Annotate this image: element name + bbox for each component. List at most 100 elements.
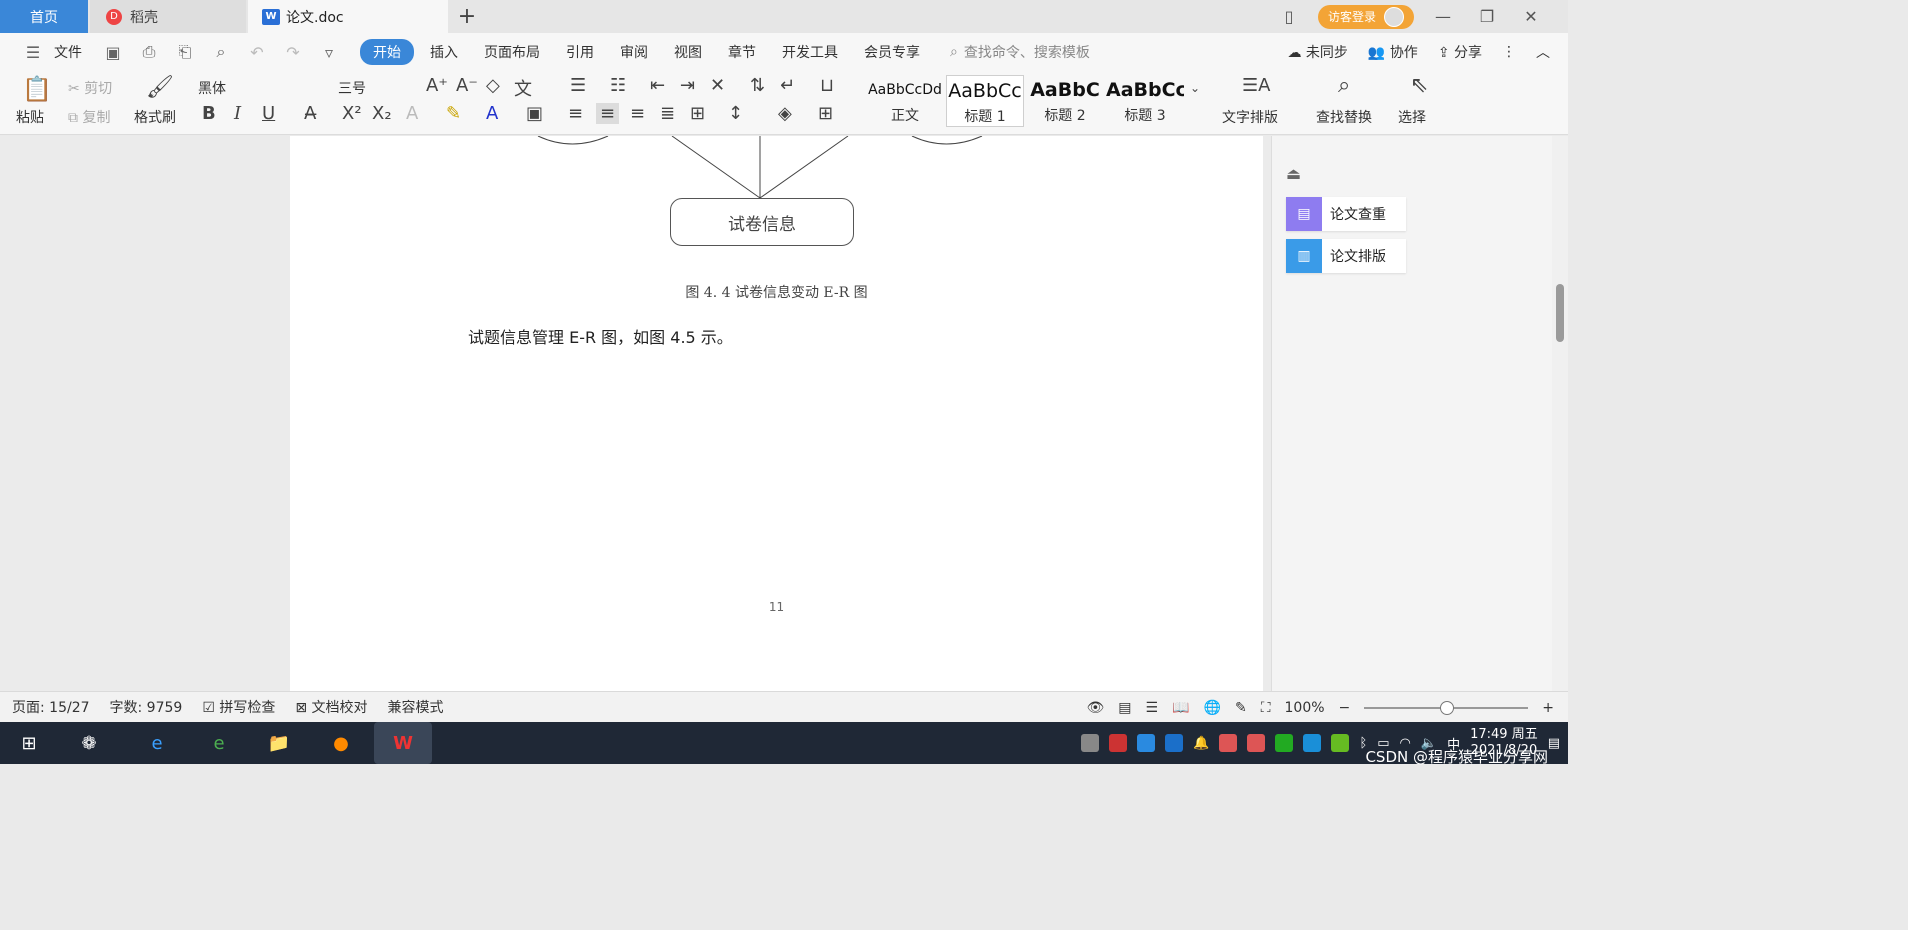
- paste-button[interactable]: 粘贴: [16, 107, 44, 127]
- tab-review[interactable]: 审阅: [610, 38, 658, 66]
- command-search[interactable]: ⌕ 查找命令、搜索模板: [950, 42, 1090, 62]
- text-layout-icon[interactable]: ☰A: [1242, 75, 1270, 96]
- more-menu-icon[interactable]: ⋮: [1502, 44, 1516, 60]
- word-count[interactable]: 字数: 9759: [110, 697, 183, 717]
- distributed-icon[interactable]: ⊞: [690, 103, 705, 124]
- tab-start[interactable]: 开始: [360, 39, 414, 65]
- menu-file[interactable]: 文件: [54, 38, 92, 66]
- tab-member[interactable]: 会员专享: [854, 38, 930, 66]
- zoom-out-icon[interactable]: −: [1339, 700, 1351, 716]
- collapse-ribbon-icon[interactable]: ︿: [1536, 42, 1550, 62]
- bold-icon[interactable]: B: [202, 103, 216, 124]
- tray-icon-2[interactable]: [1109, 734, 1128, 752]
- outline-view-icon[interactable]: ☰: [1146, 700, 1159, 716]
- panel-collapse-icon[interactable]: ⏏: [1286, 164, 1301, 183]
- phonetic-guide-icon[interactable]: 文: [514, 75, 532, 101]
- borders-icon[interactable]: ⊞: [818, 103, 833, 124]
- page-indicator[interactable]: 页面: 15/27: [12, 697, 90, 717]
- paper-check-button[interactable]: ▤ 论文查重: [1286, 197, 1406, 231]
- tab-section[interactable]: 章节: [718, 38, 766, 66]
- grow-font-icon[interactable]: A⁺: [426, 75, 448, 96]
- visitor-login-button[interactable]: 访客登录: [1318, 4, 1414, 29]
- char-border-icon[interactable]: ▣: [526, 103, 543, 124]
- cut-button[interactable]: ✂ 剪切: [68, 78, 112, 98]
- chinese-layout-icon[interactable]: ✕: [710, 75, 725, 96]
- font-name-select[interactable]: 黑体: [198, 78, 330, 98]
- subscript-icon[interactable]: X₂: [372, 103, 392, 124]
- underline-icon[interactable]: U: [262, 103, 275, 124]
- tray-icon-1[interactable]: [1081, 734, 1100, 752]
- tab-references[interactable]: 引用: [556, 38, 604, 66]
- customize-quick-access-icon[interactable]: ▿: [314, 43, 344, 62]
- windows-start-icon[interactable]: ⊞: [14, 729, 44, 757]
- bullets-icon[interactable]: ☰: [570, 75, 586, 96]
- tray-icon-3[interactable]: [1137, 734, 1156, 752]
- zoom-slider[interactable]: [1364, 700, 1529, 715]
- print-preview-icon[interactable]: ⌕: [206, 42, 236, 62]
- notification-bell-icon[interactable]: 🔔: [1193, 736, 1209, 751]
- zoom-slider-knob[interactable]: [1440, 700, 1455, 715]
- tray-icon-8[interactable]: [1303, 734, 1322, 752]
- sort-icon[interactable]: ⇅: [750, 75, 765, 96]
- edit-mode-icon[interactable]: ✎: [1235, 700, 1247, 716]
- style-normal[interactable]: AaBbCcDd 正文: [866, 75, 944, 127]
- text-effect-icon[interactable]: A: [406, 103, 418, 124]
- line-spacing-icon[interactable]: ↕: [728, 103, 743, 124]
- tab-insert[interactable]: 插入: [420, 38, 468, 66]
- paste-icon[interactable]: 📋: [22, 75, 52, 103]
- select-button[interactable]: 选择: [1398, 107, 1426, 127]
- document-page[interactable]: 试卷信息 图 4. 4 试卷信息变动 E-R 图 试题信息管理 E-R 图，如图…: [290, 136, 1263, 691]
- tray-icon-5[interactable]: [1219, 734, 1238, 752]
- spell-check-button[interactable]: ☑ 拼写检查: [202, 697, 275, 717]
- style-heading-1[interactable]: AaBbCc 标题 1: [946, 75, 1024, 127]
- strikethrough-icon[interactable]: A̶: [304, 103, 316, 124]
- show-marks-icon[interactable]: ↵: [780, 75, 795, 96]
- paper-layout-button[interactable]: ▥ 论文排版: [1286, 239, 1406, 273]
- minimize-button[interactable]: —: [1428, 7, 1458, 26]
- italic-icon[interactable]: I: [234, 103, 241, 124]
- clear-format-icon[interactable]: ◇: [486, 75, 500, 96]
- sync-status[interactable]: ☁ 未同步: [1287, 42, 1347, 62]
- justify-icon[interactable]: ≣: [660, 103, 675, 124]
- font-size-select[interactable]: 三号: [338, 78, 414, 98]
- zoom-level[interactable]: 100%: [1285, 700, 1325, 716]
- collaborate-button[interactable]: 👥 协作: [1368, 42, 1418, 62]
- new-tab-button[interactable]: +: [452, 0, 482, 33]
- styles-more-icon[interactable]: ⌄: [1190, 81, 1200, 95]
- media-app-icon[interactable]: ●: [326, 729, 356, 757]
- align-center-icon[interactable]: ≡: [596, 103, 620, 124]
- font-color-icon[interactable]: A: [486, 103, 498, 124]
- web-view-icon[interactable]: 🌐: [1204, 700, 1221, 716]
- tab-developer[interactable]: 开发工具: [772, 38, 848, 66]
- menu-hamburger-icon[interactable]: ☰: [18, 43, 48, 62]
- action-center-icon[interactable]: ▤: [1548, 736, 1560, 751]
- print-icon[interactable]: ⎗: [170, 42, 200, 62]
- copy-button[interactable]: ⧉ 复制: [68, 107, 110, 127]
- find-replace-button[interactable]: 查找替换: [1316, 107, 1372, 127]
- tray-icon-4[interactable]: [1165, 734, 1184, 752]
- export-pdf-icon[interactable]: ⎙: [134, 42, 164, 62]
- zoom-in-icon[interactable]: +: [1542, 700, 1554, 716]
- shrink-font-icon[interactable]: A⁻: [456, 75, 478, 96]
- align-right-icon[interactable]: ≡: [630, 103, 645, 124]
- undo-icon[interactable]: ↶: [242, 43, 272, 62]
- tray-icon-6[interactable]: [1247, 734, 1266, 752]
- tablet-mode-icon[interactable]: ▯: [1274, 7, 1304, 26]
- proofread-button[interactable]: ⊠ 文档校对: [295, 697, 367, 717]
- vertical-scrollbar[interactable]: [1552, 136, 1568, 691]
- numbering-icon[interactable]: ☷: [610, 75, 626, 96]
- highlight-icon[interactable]: ✎: [446, 103, 461, 124]
- tab-stops-icon[interactable]: ⊔: [820, 75, 834, 96]
- increase-indent-icon[interactable]: ⇥: [680, 75, 695, 96]
- share-button[interactable]: ⇪ 分享: [1438, 42, 1482, 62]
- format-painter-icon[interactable]: 🖌: [146, 75, 174, 100]
- ie-browser-icon[interactable]: e: [142, 729, 172, 757]
- select-cursor-icon[interactable]: ⇖: [1410, 73, 1428, 98]
- decrease-indent-icon[interactable]: ⇤: [650, 75, 665, 96]
- tray-icon-7[interactable]: [1275, 734, 1294, 752]
- eye-protect-icon[interactable]: 👁: [1087, 700, 1105, 716]
- shading-icon[interactable]: ◈: [778, 103, 792, 124]
- file-explorer-icon[interactable]: 📁: [264, 729, 294, 757]
- align-left-icon[interactable]: ≡: [568, 103, 583, 124]
- tab-document[interactable]: W 论文.doc: [248, 0, 448, 33]
